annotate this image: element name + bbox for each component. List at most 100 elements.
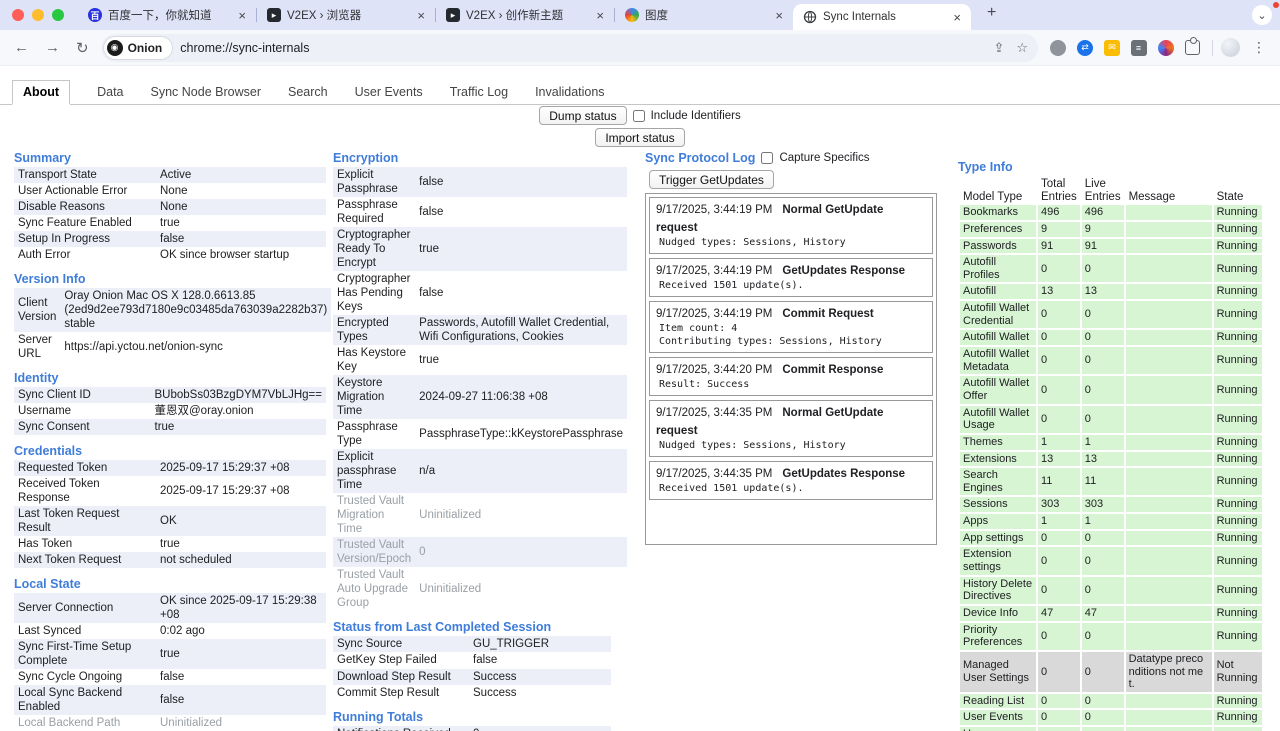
- log-entry-header: 9/17/2025, 3:44:35 PMGetUpdates Response: [656, 464, 926, 482]
- kv-value: true: [156, 536, 326, 552]
- kv-table-local-state: Server ConnectionOK since 2025-09-17 15:…: [14, 593, 326, 731]
- close-window-button[interactable]: [12, 9, 24, 21]
- log-entry-title: Commit Response: [782, 364, 883, 376]
- tab-close-icon[interactable]: ×: [773, 9, 785, 22]
- import-status-button[interactable]: Import status: [595, 128, 684, 147]
- state-cell: Running: [1214, 205, 1262, 220]
- sync-extension-icon[interactable]: ⇄: [1077, 40, 1093, 56]
- browser-tab[interactable]: Sync Internals×: [793, 4, 971, 30]
- kv-value: 0: [415, 537, 627, 567]
- type-info-row: Passwords9191Running: [960, 239, 1262, 254]
- section-credentials: CredentialsRequested Token2025-09-17 15:…: [14, 444, 326, 568]
- dump-status-button[interactable]: Dump status: [539, 106, 626, 125]
- tab-search-chevron-icon[interactable]: ⌄: [1252, 5, 1272, 25]
- forward-button[interactable]: →: [41, 39, 64, 56]
- column-protocol-log: Sync Protocol Log Capture Specifics Trig…: [645, 151, 937, 545]
- kv-row: Server URLhttps://api.yctou.net/onion-sy…: [14, 332, 331, 362]
- extension-icons: ⇄ ✉ ≡: [1046, 40, 1204, 56]
- maximize-window-button[interactable]: [52, 9, 64, 21]
- v2ex-favicon: ▸: [446, 8, 460, 22]
- kv-value: None: [156, 183, 326, 199]
- kv-row: Username董恩双@oray.onion: [14, 403, 326, 419]
- live-entries-cell: 0: [1082, 406, 1124, 433]
- kv-value: 0:02 ago: [156, 623, 326, 639]
- kv-value: 2025-09-17 15:29:37 +08: [156, 476, 326, 506]
- capture-specifics-checkbox[interactable]: [761, 152, 773, 164]
- back-button[interactable]: ←: [10, 39, 33, 56]
- page-tab-user-events[interactable]: User Events: [355, 85, 423, 104]
- kv-label: Trusted Vault Migration Time: [333, 493, 415, 537]
- tab-close-icon[interactable]: ×: [951, 11, 963, 24]
- type-info-row: Autofill Wallet Offer00Running: [960, 376, 1262, 403]
- share-icon[interactable]: ⇪: [993, 41, 1004, 54]
- tab-title: V2EX › 浏览器: [287, 7, 409, 23]
- total-entries-cell: 0: [1038, 255, 1080, 282]
- browser-tab[interactable]: 图度×: [615, 0, 793, 30]
- protocol-log-list[interactable]: 9/17/2025, 3:44:19 PMNormal GetUpdate re…: [645, 193, 937, 545]
- model-type-cell: Autofill: [960, 284, 1036, 299]
- tab-close-icon[interactable]: ×: [594, 9, 606, 22]
- kv-row: Cryptographer Ready To Encrypttrue: [333, 227, 627, 271]
- model-type-cell: Autofill Wallet Credential: [960, 301, 1036, 328]
- colorful-extension-icon[interactable]: [1158, 40, 1174, 56]
- log-entry-header: 9/17/2025, 3:44:20 PMCommit Response: [656, 360, 926, 378]
- minimize-window-button[interactable]: [32, 9, 44, 21]
- bookmark-star-icon[interactable]: ☆: [1016, 41, 1028, 54]
- browser-tab[interactable]: ▸V2EX › 创作新主题×: [436, 0, 614, 30]
- state-cell: Running: [1214, 435, 1262, 450]
- live-entries-cell: 0: [1082, 376, 1124, 403]
- kv-row: Download Step ResultSuccess: [333, 669, 611, 685]
- type-info-table: Model TypeTotal EntriesLive EntriesMessa…: [958, 176, 1264, 731]
- type-info-row: User Events00Running: [960, 710, 1262, 725]
- v2ex-favicon: ▸: [267, 8, 281, 22]
- message-cell: [1126, 694, 1212, 709]
- kv-value: n/a: [415, 449, 627, 493]
- kv-label: Sync Cycle Ongoing: [14, 669, 156, 685]
- server-extension-icon[interactable]: ≡: [1131, 40, 1147, 56]
- live-entries-cell: 0: [1082, 727, 1124, 731]
- state-cell: Running: [1214, 606, 1262, 621]
- page-tab-invalidations[interactable]: Invalidations: [535, 85, 605, 104]
- section-running-totals: Running TotalsNotifications Received0Upd…: [333, 710, 611, 731]
- baidu-favicon: 百: [88, 8, 102, 22]
- kv-row: Passphrase TypePassphraseType::kKeystore…: [333, 419, 627, 449]
- kv-label: Cryptographer Ready To Encrypt: [333, 227, 415, 271]
- page-tab-about[interactable]: About: [12, 80, 70, 105]
- reload-button[interactable]: ↻: [72, 39, 93, 57]
- model-type-cell: Device Info: [960, 606, 1036, 621]
- kv-row: Disable ReasonsNone: [14, 199, 326, 215]
- kv-row: Sync Client IDBUbobSs03BzgDYM7VbLJHg==: [14, 387, 326, 403]
- page-tab-sync-node-browser[interactable]: Sync Node Browser: [151, 85, 261, 104]
- page-tab-search[interactable]: Search: [288, 85, 328, 104]
- kv-value: true: [415, 227, 627, 271]
- mail-extension-icon[interactable]: ✉: [1104, 40, 1120, 56]
- kv-label: Requested Token: [14, 460, 156, 476]
- type-info-title: Type Info: [958, 160, 1272, 174]
- log-entry-time: 9/17/2025, 3:44:35 PM: [656, 407, 772, 419]
- mac-window-controls: [12, 0, 64, 30]
- toolbar-divider: [1212, 40, 1213, 56]
- page-tab-data[interactable]: Data: [97, 85, 123, 104]
- page-tab-traffic-log[interactable]: Traffic Log: [450, 85, 508, 104]
- site-info-chip[interactable]: ◉ Onion: [104, 37, 173, 59]
- browser-tab[interactable]: 百百度一下，你就知道×: [78, 0, 256, 30]
- type-info-row: Search Engines1111Running: [960, 468, 1262, 495]
- section-local-state: Local StateServer ConnectionOK since 202…: [14, 577, 326, 731]
- address-bar[interactable]: ◉ Onion chrome://sync-internals ⇪ ☆: [101, 34, 1038, 62]
- profile-avatar[interactable]: [1221, 38, 1240, 57]
- tab-close-icon[interactable]: ×: [236, 9, 248, 22]
- include-identifiers-checkbox[interactable]: [633, 110, 645, 122]
- sync-internals-page: About Data Sync Node Browser Search User Eve…: [0, 66, 1280, 731]
- model-type-cell: Autofill Wallet Usage: [960, 406, 1036, 433]
- new-tab-button[interactable]: +: [981, 4, 1002, 22]
- extensions-puzzle-icon[interactable]: [1185, 40, 1200, 55]
- menu-kebab-icon[interactable]: ⋮: [1248, 39, 1270, 56]
- model-type-cell: App settings: [960, 531, 1036, 546]
- model-type-cell: Autofill Wallet Metadata: [960, 347, 1036, 374]
- tab-close-icon[interactable]: ×: [415, 9, 427, 22]
- globe-extension-icon[interactable]: [1050, 40, 1066, 56]
- trigger-getupdates-button[interactable]: Trigger GetUpdates: [649, 170, 774, 189]
- browser-tab[interactable]: ▸ V2EX › 浏览器 ×: [257, 0, 435, 30]
- log-entry-detail: Received 1501 update(s).: [659, 482, 926, 495]
- total-entries-cell: 0: [1038, 376, 1080, 403]
